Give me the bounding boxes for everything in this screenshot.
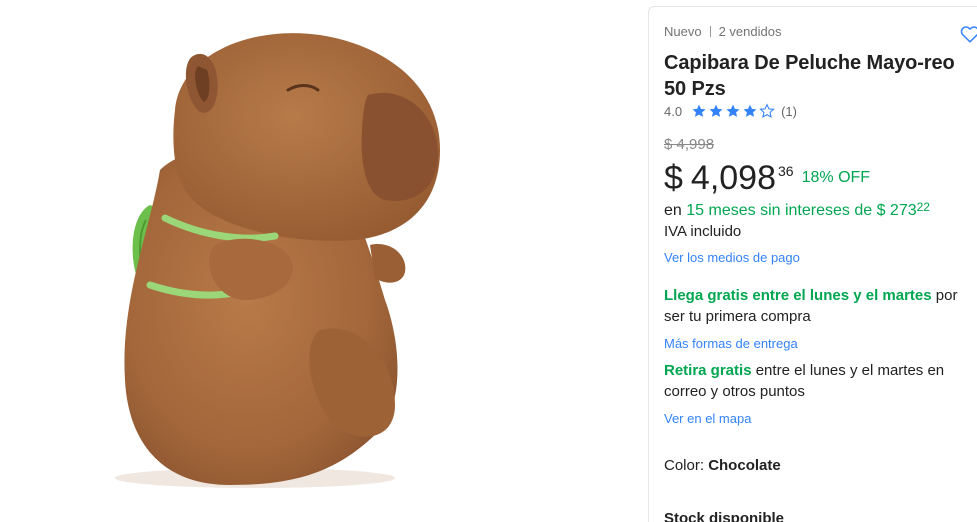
- star-icon: [726, 104, 740, 117]
- meta-divider: [709, 26, 711, 37]
- color-value: Chocolate: [708, 457, 781, 474]
- color-label: Color:: [664, 457, 705, 474]
- stock-status: Stock disponible: [664, 510, 785, 522]
- price-amount: 4,098: [690, 159, 777, 197]
- rating-value: 4.0: [664, 103, 683, 119]
- payment-methods-link[interactable]: Ver los medios de pago: [664, 250, 800, 265]
- product-image[interactable]: [0, 0, 646, 522]
- star-icon: [743, 104, 757, 117]
- pickup-headline: Retira gratis: [664, 362, 752, 379]
- sold-count: 2 vendidos: [718, 24, 782, 39]
- discount-badge: 18% OFF: [801, 169, 871, 186]
- color-selection: Color: Chocolate: [664, 457, 781, 474]
- rating-stars: [691, 103, 775, 119]
- star-outline-icon: [759, 103, 775, 118]
- current-price: $ 4,098 36 18% OFF: [664, 158, 870, 198]
- rating-summary[interactable]: 4.0 (1): [664, 103, 797, 119]
- product-info-panel: Nuevo 2 vendidos Capibara De Peluche May…: [648, 6, 977, 522]
- installments-cents: 22: [916, 200, 930, 214]
- price-cents: 36: [778, 163, 794, 179]
- product-title: Capibara De Peluche Mayo-reo 50 Pzs: [664, 52, 955, 100]
- review-count: (1): [781, 103, 797, 119]
- price-currency: $: [664, 159, 683, 197]
- installments-plan: 15 meses sin intereses de $ 273: [686, 202, 917, 219]
- tax-note: IVA incluido: [664, 223, 742, 240]
- installments-info: en 15 meses sin intereses de $ 27322: [664, 200, 930, 220]
- delivery-options-link[interactable]: Más formas de entrega: [664, 336, 798, 351]
- favorite-button[interactable]: [959, 23, 977, 45]
- product-gallery[interactable]: [0, 0, 646, 522]
- map-link[interactable]: Ver en el mapa: [664, 411, 751, 426]
- original-price: $ 4,998: [664, 136, 715, 153]
- installments-prefix: en: [664, 202, 682, 219]
- star-icon: [692, 104, 706, 117]
- heart-outline-icon: [960, 26, 977, 43]
- condition-label: Nuevo: [664, 24, 702, 39]
- shipping-headline: Llega gratis entre el lunes y el martes: [664, 287, 932, 304]
- shipping-info: Llega gratis entre el lunes y el martes …: [664, 285, 964, 327]
- pickup-info: Retira gratis entre el lunes y el martes…: [664, 360, 964, 402]
- product-meta: Nuevo 2 vendidos: [664, 24, 781, 39]
- star-icon: [709, 104, 723, 117]
